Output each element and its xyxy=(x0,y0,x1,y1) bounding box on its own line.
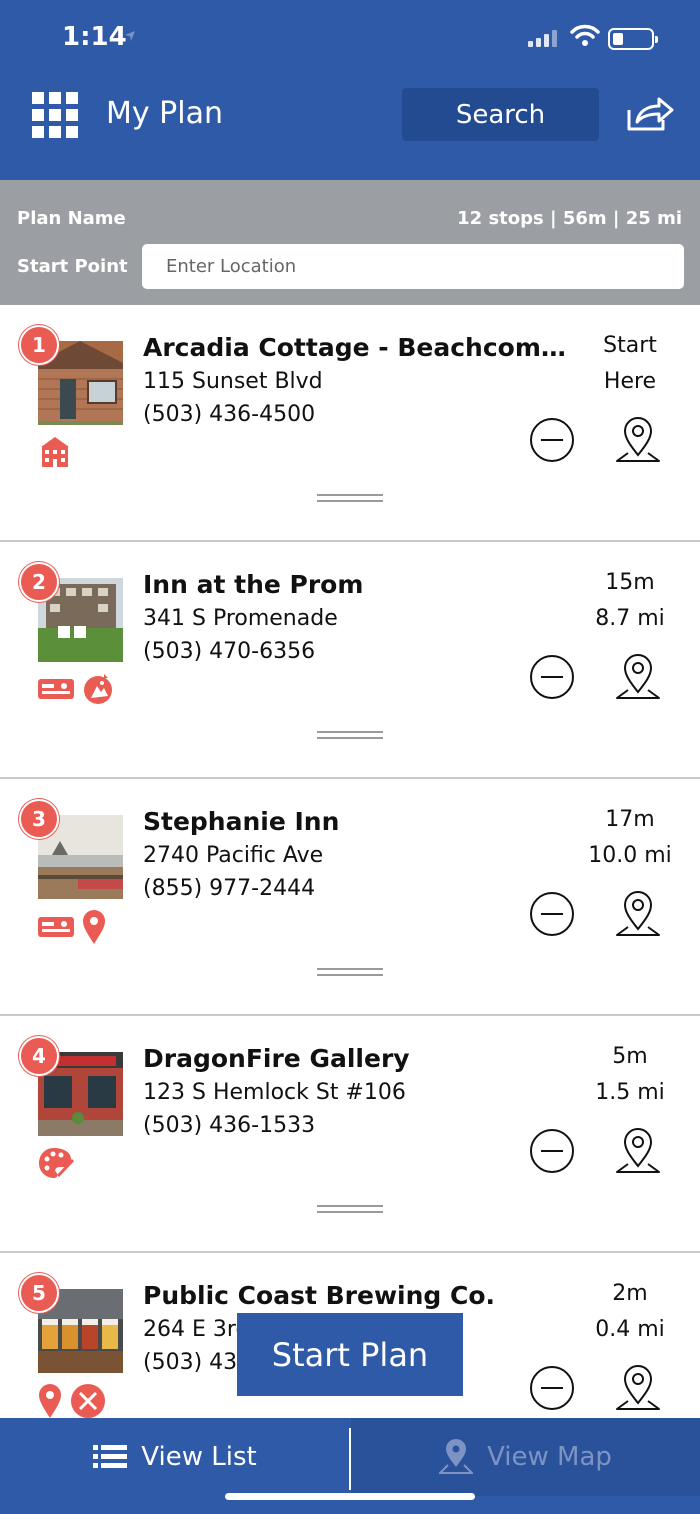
stop-name[interactable]: DragonFire Gallery xyxy=(143,1044,583,1073)
stop-distance: Here xyxy=(603,369,657,394)
category-icons xyxy=(38,672,114,706)
hotel-key-icon xyxy=(38,679,74,699)
map-pin-icon[interactable] xyxy=(614,415,662,465)
stop-address: 115 Sunset Blvd xyxy=(143,369,323,394)
remove-stop-icon[interactable] xyxy=(529,891,575,937)
location-arrow-icon xyxy=(125,31,135,41)
stop-number-badge: 4 xyxy=(19,1036,59,1076)
plan-stats: 12 stops | 56m | 25 mi xyxy=(457,208,682,229)
stop-phone[interactable]: (503) 436 xyxy=(143,1350,251,1375)
drag-handle[interactable] xyxy=(317,494,383,502)
plan-name-label: Plan Name xyxy=(17,208,126,229)
share-icon[interactable] xyxy=(623,96,675,132)
stop-distance: 8.7 mi xyxy=(595,606,665,631)
remove-stop-icon[interactable] xyxy=(529,654,575,700)
map-pin-icon xyxy=(439,1439,474,1474)
list-item[interactable]: 2 Inn at the Prom 341 S Promenade (503) … xyxy=(0,542,700,779)
remove-stop-icon[interactable] xyxy=(529,1128,575,1174)
tab-view-map[interactable]: View Map xyxy=(351,1418,700,1496)
location-pin-icon xyxy=(39,1384,61,1418)
category-icons xyxy=(38,1383,106,1419)
list-icon xyxy=(93,1445,128,1468)
tab-view-list-label: View List xyxy=(141,1442,257,1472)
lodging-icon xyxy=(41,437,69,467)
stop-travel-time: 2m xyxy=(612,1281,648,1306)
search-button[interactable]: Search xyxy=(402,88,599,141)
remove-stop-icon[interactable] xyxy=(529,417,575,463)
list-item[interactable]: 1 Arcadia Cottage - Beachcomber… 115 Sun… xyxy=(0,305,700,542)
stop-address: 2740 Pacific Ave xyxy=(143,843,324,868)
stop-distance: 1.5 mi xyxy=(595,1080,665,1105)
map-pin-icon[interactable] xyxy=(614,1126,662,1176)
category-icons xyxy=(38,435,72,469)
stop-number-badge: 2 xyxy=(19,562,59,602)
hotel-key-icon xyxy=(38,917,74,937)
stop-name[interactable]: Arcadia Cottage - Beachcomber… xyxy=(143,333,583,362)
wifi-icon xyxy=(570,24,600,46)
category-icons xyxy=(38,1146,74,1180)
apps-grid-icon[interactable] xyxy=(32,92,80,138)
stop-address: 264 E 3rd xyxy=(143,1317,250,1342)
start-point-label: Start Point xyxy=(17,256,128,277)
stop-address: 341 S Promenade xyxy=(143,606,338,631)
start-location-input[interactable] xyxy=(142,244,684,289)
stop-distance: 0.4 mi xyxy=(595,1317,665,1342)
map-pin-icon[interactable] xyxy=(614,889,662,939)
attraction-icon xyxy=(84,674,112,704)
home-indicator xyxy=(225,1493,475,1500)
dining-icon xyxy=(71,1384,105,1418)
stop-name[interactable]: Inn at the Prom xyxy=(143,570,583,599)
drag-handle[interactable] xyxy=(317,968,383,976)
stop-phone[interactable]: (503) 436-4500 xyxy=(143,402,315,427)
stop-number-badge: 3 xyxy=(19,799,59,839)
app-header: 1:14 My Plan Search xyxy=(0,0,700,180)
art-palette-icon xyxy=(39,1148,74,1178)
tab-view-list[interactable]: View List xyxy=(0,1418,350,1496)
stop-phone[interactable]: (503) 436-1533 xyxy=(143,1113,315,1138)
stop-number-badge: 5 xyxy=(19,1273,59,1313)
stop-travel-time: 5m xyxy=(612,1044,648,1069)
page-title: My Plan xyxy=(106,96,223,131)
stop-travel-time: Start xyxy=(603,333,657,358)
stop-address: 123 S Hemlock St #106 xyxy=(143,1080,406,1105)
drag-handle[interactable] xyxy=(317,731,383,739)
stop-distance: 10.0 mi xyxy=(588,843,672,868)
tab-view-map-label: View Map xyxy=(487,1442,612,1472)
plan-info-bar: Plan Name 12 stops | 56m | 25 mi Start P… xyxy=(0,180,700,305)
start-plan-button[interactable]: Start Plan xyxy=(237,1313,463,1396)
stop-name[interactable]: Public Coast Brewing Co. xyxy=(143,1281,583,1310)
list-item[interactable]: 4 DragonFire Gallery 123 S Hemlock St #1… xyxy=(0,1016,700,1253)
category-icons xyxy=(38,909,106,945)
stop-phone[interactable]: (503) 470-6356 xyxy=(143,639,315,664)
stop-travel-time: 15m xyxy=(605,570,655,595)
stop-travel-time: 17m xyxy=(605,807,655,832)
map-pin-icon[interactable] xyxy=(614,652,662,702)
list-item[interactable]: 3 Stephanie Inn 2740 Pacific Ave (855) 9… xyxy=(0,779,700,1016)
status-time: 1:14 xyxy=(62,22,127,52)
map-pin-icon[interactable] xyxy=(614,1363,662,1413)
battery-icon xyxy=(608,28,658,50)
stop-name[interactable]: Stephanie Inn xyxy=(143,807,583,836)
cellular-signal-icon xyxy=(528,30,557,47)
location-pin-icon xyxy=(83,910,105,944)
remove-stop-icon[interactable] xyxy=(529,1365,575,1411)
drag-handle[interactable] xyxy=(317,1205,383,1213)
stop-phone[interactable]: (855) 977-2444 xyxy=(143,876,315,901)
stop-number-badge: 1 xyxy=(19,325,59,365)
